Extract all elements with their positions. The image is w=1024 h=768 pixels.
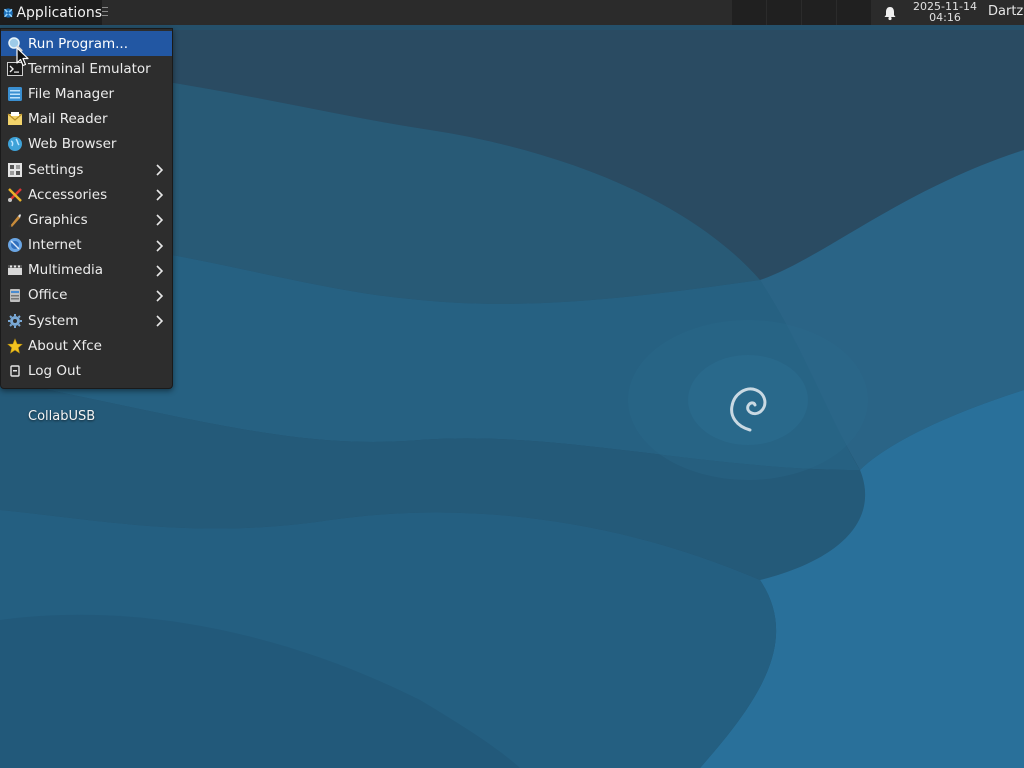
file-manager-icon (8, 86, 22, 101)
top-panel: Applications 2025-11-14 04:16 Dartz (0, 0, 1024, 25)
settings-icon (8, 162, 22, 177)
chevron-right-icon (156, 164, 163, 176)
notification-bell-icon[interactable] (882, 5, 898, 21)
menu-item-label: Settings (28, 161, 84, 178)
multimedia-icon (8, 265, 22, 276)
menu-item-label: Web Browser (28, 136, 117, 153)
menu-item-internet[interactable]: Internet (1, 233, 172, 258)
user-name[interactable]: Dartz (988, 4, 1023, 19)
menu-item-label: Mail Reader (28, 111, 108, 128)
mouse-cursor-icon (16, 47, 29, 67)
workspace-2[interactable] (766, 0, 801, 25)
menu-item-label: Multimedia (28, 262, 104, 279)
menu-item-graphics[interactable]: Graphics (1, 207, 172, 232)
panel-handle-icon[interactable] (102, 6, 108, 18)
clock-time: 04:16 (929, 11, 961, 24)
applications-menu-button[interactable]: Applications (0, 0, 102, 25)
chevron-right-icon (156, 189, 163, 201)
workspace-1[interactable] (731, 0, 766, 25)
menu-item-mail-reader[interactable]: Mail Reader (1, 107, 172, 132)
menu-item-settings[interactable]: Settings (1, 157, 172, 182)
mail-icon (7, 112, 23, 126)
menu-item-log-out[interactable]: Log Out (1, 358, 172, 383)
system-icon (8, 313, 22, 328)
xfce-logo-icon (3, 7, 13, 18)
menu-item-label: Run Program... (28, 35, 129, 52)
menu-item-file-manager[interactable]: File Manager (1, 81, 172, 106)
internet-icon (8, 238, 22, 253)
workspace-3[interactable] (801, 0, 836, 25)
applications-menu: Run Program... Terminal Emulator File Mana… (0, 28, 173, 389)
menu-item-label: File Manager (28, 85, 115, 102)
menu-item-system[interactable]: System (1, 308, 172, 333)
chevron-right-icon (156, 214, 163, 226)
chevron-right-icon (156, 290, 163, 302)
applications-label: Applications (16, 4, 102, 21)
menu-item-about-xfce[interactable]: About Xfce (1, 333, 172, 358)
accessories-icon (8, 187, 22, 202)
menu-item-multimedia[interactable]: Multimedia (1, 258, 172, 283)
menu-item-label: Log Out (28, 363, 81, 380)
menu-item-label: Internet (28, 237, 82, 254)
logout-icon (10, 365, 20, 377)
desktop-icon-collabusb[interactable]: CollabUSB (28, 409, 95, 424)
clock[interactable]: 2025-11-14 04:16 (908, 1, 982, 23)
menu-item-label: Graphics (28, 211, 88, 228)
chevron-right-icon (156, 239, 163, 252)
menu-item-label: Accessories (28, 186, 108, 203)
menu-item-web-browser[interactable]: Web Browser (1, 132, 172, 157)
star-icon (7, 338, 23, 354)
menu-item-label: Office (28, 287, 68, 304)
menu-item-label: System (28, 312, 79, 329)
menu-item-label: About Xfce (28, 337, 102, 354)
menu-item-label: Terminal Emulator (28, 60, 151, 77)
menu-item-office[interactable]: Office (1, 283, 172, 308)
graphics-icon (8, 213, 21, 228)
office-icon (10, 289, 20, 303)
chevron-right-icon (156, 315, 163, 327)
workspace-4[interactable] (836, 0, 871, 25)
debian-swirl-logo (730, 387, 767, 432)
chevron-right-icon (156, 265, 163, 277)
web-browser-icon (8, 137, 22, 152)
menu-item-accessories[interactable]: Accessories (1, 182, 172, 207)
